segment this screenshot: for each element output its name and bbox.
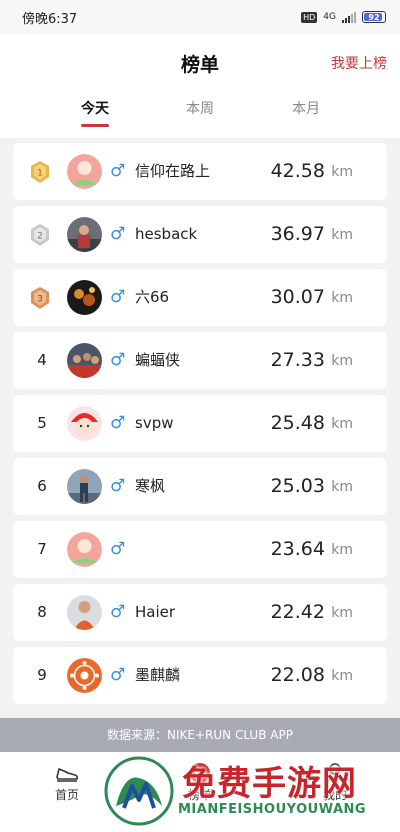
rank-number: 7 — [37, 540, 47, 558]
runner-name: hesback — [135, 225, 198, 243]
svg-text:3: 3 — [37, 295, 43, 305]
distance-unit: km — [331, 542, 353, 558]
distance-unit: km — [331, 164, 353, 180]
distance-unit: km — [331, 668, 353, 684]
bronze-medal-icon: 3 — [31, 287, 49, 309]
tab-month[interactable]: 本月 — [266, 98, 346, 118]
period-tabs: 今天 本周 本月 — [0, 98, 400, 130]
male-icon: ♂ — [110, 665, 126, 685]
male-icon: ♂ — [110, 539, 126, 559]
clock: 傍晚6:37 — [22, 11, 78, 27]
male-icon: ♂ — [110, 287, 126, 307]
distance-value: 30.07 — [270, 286, 325, 308]
photo-avatar — [67, 469, 102, 504]
male-icon: ♂ — [110, 224, 126, 244]
distance-value: 23.64 — [270, 538, 325, 560]
tab-label: 本周 — [186, 101, 214, 117]
male-icon: ♂ — [110, 602, 126, 622]
runner-name: 寒枫 — [135, 477, 166, 495]
distance-unit: km — [331, 416, 353, 432]
battery-icon: 92 — [362, 11, 386, 23]
ranking-row[interactable]: 1 ♂ 信仰在路上 42.58 km — [13, 143, 387, 200]
ranking-row[interactable]: 6 ♂ 寒枫 25.03 km — [13, 458, 387, 515]
hd-icon: HD — [301, 11, 318, 23]
network-label: 4G — [323, 12, 336, 22]
runner-name: 蝙蝠侠 — [135, 351, 181, 369]
default-avatar — [67, 154, 102, 189]
tab-label: 本月 — [292, 101, 320, 117]
ranking-row[interactable]: 3 ♂ 六66 30.07 km — [13, 269, 387, 326]
rank-number: 6 — [37, 477, 47, 495]
ranking-row[interactable]: 5 ♂ svpw 25.48 km — [13, 395, 387, 452]
distance-unit: km — [331, 290, 353, 306]
runner-name: 墨麒麟 — [135, 666, 181, 684]
ranking-row[interactable]: 7 ♂ 23.64 km — [13, 521, 387, 578]
runner-name: 信仰在路上 — [135, 162, 211, 180]
shoe-icon — [56, 768, 79, 782]
rank-number: 8 — [37, 603, 47, 621]
photo-avatar — [67, 595, 102, 630]
photo-avatar — [67, 217, 102, 252]
active-tab-indicator — [81, 124, 109, 127]
ranking-row[interactable]: 4 ♂ 蝙蝠侠 27.33 km — [13, 332, 387, 389]
male-icon: ♂ — [110, 350, 126, 370]
ranking-row[interactable]: 2 ♂ hesback 36.97 km — [13, 206, 387, 263]
ranking-row[interactable]: 9 ♂ 墨麒麟 22.08 km — [13, 647, 387, 704]
watermark-logo-icon — [104, 756, 174, 826]
logo-avatar — [67, 658, 102, 693]
rank-number: 5 — [37, 414, 47, 432]
distance-unit: km — [331, 479, 353, 495]
runner-name: 六66 — [135, 288, 170, 306]
battery-level: 92 — [368, 12, 380, 22]
nav-label: 首页 — [54, 788, 79, 802]
data-source-bar: 数据来源：NIKE+RUN CLUB APP — [0, 718, 400, 752]
watermark-title: 免费手游网 — [182, 764, 357, 804]
signal-icon — [342, 11, 356, 23]
distance-value: 25.48 — [270, 412, 325, 434]
cartoon-avatar — [67, 406, 102, 441]
male-icon: ♂ — [110, 413, 126, 433]
status-bar: 傍晚6:37 HD 4G 92 — [0, 0, 400, 34]
header: 榜单 我要上榜 今天 本周 本月 — [0, 34, 400, 138]
photo-avatar — [67, 343, 102, 378]
tab-label: 今天 — [81, 101, 109, 117]
watermark-subtitle: MIANFEISHOUYOUWANG — [178, 802, 367, 817]
ranking-row[interactable]: 8 ♂ Haier 22.42 km — [13, 584, 387, 641]
male-icon: ♂ — [110, 476, 126, 496]
distance-value: 25.03 — [270, 475, 325, 497]
distance-value: 22.08 — [270, 664, 325, 686]
status-icons: HD 4G 92 — [301, 11, 386, 23]
nav-home[interactable]: 首页 — [37, 762, 97, 803]
distance-unit: km — [331, 605, 353, 621]
silver-medal-icon: 2 — [31, 224, 49, 246]
rank-number: 9 — [37, 666, 47, 684]
distance-value: 42.58 — [270, 160, 325, 182]
distance-unit: km — [331, 353, 353, 369]
svg-text:2: 2 — [37, 232, 43, 242]
distance-value: 27.33 — [270, 349, 325, 371]
distance-value: 22.42 — [270, 601, 325, 623]
gold-medal-icon: 1 — [31, 161, 49, 183]
svg-text:1: 1 — [37, 169, 43, 179]
watermark: 免费手游网 MIANFEISHOUYOUWANG — [104, 756, 400, 832]
runner-name: Haier — [135, 603, 176, 621]
rank-number: 4 — [37, 351, 47, 369]
join-ranking-button[interactable]: 我要上榜 — [331, 53, 387, 73]
distance-unit: km — [331, 227, 353, 243]
runner-name: svpw — [135, 414, 174, 432]
photo-avatar — [67, 280, 102, 315]
distance-value: 36.97 — [270, 223, 325, 245]
male-icon: ♂ — [110, 161, 126, 181]
default-avatar — [67, 532, 102, 567]
tab-week[interactable]: 本周 — [160, 98, 240, 118]
tab-today[interactable]: 今天 — [55, 98, 135, 127]
